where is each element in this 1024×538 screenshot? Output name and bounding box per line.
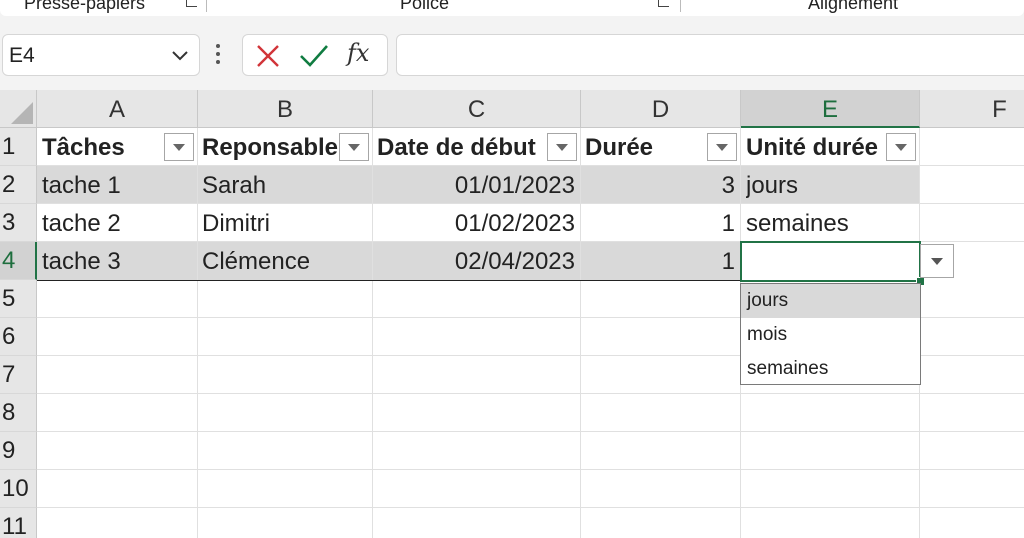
table-cell[interactable]: semaines (746, 204, 920, 242)
ribbon-group-alignment: Alignement (808, 0, 899, 13)
row-header-2[interactable]: 2 (0, 166, 37, 204)
table-cell[interactable]: 02/04/2023 (373, 242, 581, 280)
filter-dropdown-icon[interactable] (707, 133, 737, 161)
ribbon-group-clipboard: Presse-papiers (24, 0, 146, 13)
gridline (37, 507, 1024, 508)
validation-dropdown-list: jours mois semaines (740, 283, 921, 385)
table-cell[interactable]: 01/02/2023 (373, 204, 581, 242)
dropdown-option-mois[interactable]: mois (741, 318, 920, 352)
column-header-c[interactable]: C (373, 90, 581, 128)
select-all-corner[interactable] (0, 90, 37, 128)
row-header-9[interactable]: 9 (0, 432, 37, 470)
column-header-d[interactable]: D (581, 90, 741, 128)
table-header-cell[interactable]: Date de début (377, 128, 549, 166)
insert-function-icon[interactable]: fx (347, 39, 369, 67)
filter-dropdown-icon[interactable] (547, 133, 577, 161)
gridline (37, 431, 1024, 432)
more-options-icon[interactable] (216, 44, 222, 68)
column-header-f[interactable]: F (920, 90, 1024, 128)
clipboard-launcher-icon[interactable] (186, 0, 197, 7)
column-header-e[interactable]: E (741, 90, 920, 128)
font-launcher-icon[interactable] (658, 0, 669, 7)
table-cell[interactable]: jours (746, 166, 920, 204)
formula-actions: fx (242, 34, 388, 76)
enter-check-icon[interactable] (299, 43, 329, 69)
table-cell[interactable]: tache 2 (42, 204, 197, 242)
row-header-4[interactable]: 4 (0, 242, 37, 280)
formula-input[interactable] (396, 34, 1024, 76)
table-header-cell[interactable]: Unité durée (746, 128, 888, 166)
table-cell[interactable]: tache 3 (42, 242, 197, 280)
gridline (197, 128, 198, 538)
row-header-1[interactable]: 1 (0, 128, 37, 166)
table-cell[interactable]: 3 (581, 166, 741, 204)
table-header-cell[interactable]: Reponsable (202, 128, 340, 166)
ribbon-group-font: Police (400, 0, 450, 13)
table-cell[interactable]: 1 (581, 242, 741, 280)
dropdown-option-jours[interactable]: jours (741, 284, 920, 318)
row-header-11[interactable]: 11 (0, 508, 37, 538)
table-cell[interactable]: Dimitri (202, 204, 372, 242)
table-cell[interactable]: Sarah (202, 166, 372, 204)
gridline (37, 469, 1024, 470)
filter-dropdown-icon[interactable] (886, 133, 916, 161)
cancel-icon[interactable] (255, 43, 281, 69)
row-header-10[interactable]: 10 (0, 470, 37, 508)
row-header-7[interactable]: 7 (0, 356, 37, 394)
ribbon-separator (206, 0, 207, 12)
table-cell[interactable]: tache 1 (42, 166, 197, 204)
row-header-6[interactable]: 6 (0, 318, 37, 356)
filter-dropdown-icon[interactable] (339, 133, 369, 161)
table-header-cell[interactable]: Tâches (42, 128, 168, 166)
dropdown-option-semaines[interactable]: semaines (741, 352, 920, 386)
column-header-b[interactable]: B (198, 90, 373, 128)
row-header-5[interactable]: 5 (0, 280, 37, 318)
ribbon: Presse-papiers Police Alignement (0, 0, 1024, 18)
name-box-value: E4 (9, 44, 35, 67)
select-all-triangle-icon (11, 102, 33, 124)
table-cell[interactable]: 01/01/2023 (373, 166, 581, 204)
name-box[interactable]: E4 (2, 34, 200, 76)
validation-dropdown-button[interactable] (920, 244, 954, 278)
row-header-3[interactable]: 3 (0, 204, 37, 242)
column-header-a[interactable]: A (37, 90, 198, 128)
chevron-down-icon[interactable] (171, 46, 189, 64)
active-cell-e4[interactable] (740, 241, 921, 282)
table-cell[interactable]: 1 (581, 204, 741, 242)
table-header-cell[interactable]: Durée (585, 128, 705, 166)
table-cell[interactable]: Clémence (202, 242, 372, 280)
gridline (37, 393, 1024, 394)
filter-dropdown-icon[interactable] (164, 133, 194, 161)
ribbon-separator (680, 0, 681, 12)
row-header-8[interactable]: 8 (0, 394, 37, 432)
